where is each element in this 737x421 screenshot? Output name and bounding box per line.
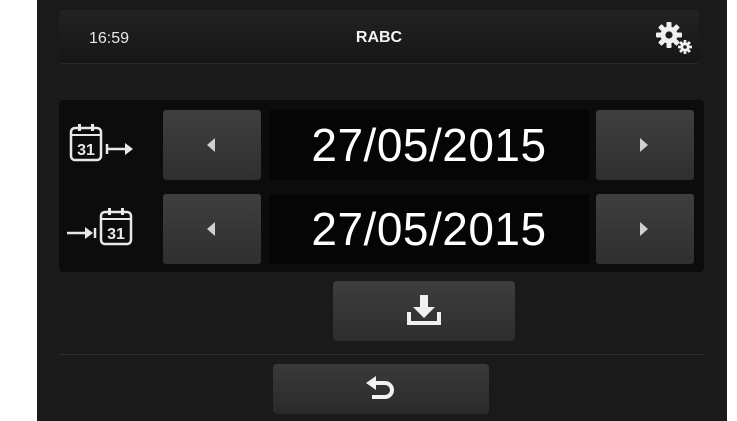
end-date-value: 27/05/2015 [269,194,589,264]
divider [59,354,704,355]
screen-title: RABC [355,29,403,46]
header-bar: 16:59 RABC [59,10,699,64]
calendar-end-day: 31 [107,226,125,243]
download-button[interactable] [333,281,515,341]
calendar-start-icon: 31 [67,122,159,168]
screen: 16:59 RABC 31 27/05/2015 31 27/05/2015 [37,0,727,421]
calendar-start-day: 31 [77,142,95,159]
start-date-prev-button[interactable] [163,110,261,180]
date-range-panel: 31 27/05/2015 31 27/05/2015 [59,100,704,272]
back-arrow-icon [366,376,394,399]
download-icon [407,295,441,325]
gears-icon[interactable] [655,20,693,56]
end-date-prev-button[interactable] [163,194,261,264]
start-date-row: 31 27/05/2015 [59,110,704,180]
start-date-next-button[interactable] [596,110,694,180]
end-date-next-button[interactable] [596,194,694,264]
back-button[interactable] [273,364,489,414]
calendar-end-icon: 31 [67,206,159,252]
end-date-row: 31 27/05/2015 [59,194,704,264]
start-date-value: 27/05/2015 [269,110,589,180]
